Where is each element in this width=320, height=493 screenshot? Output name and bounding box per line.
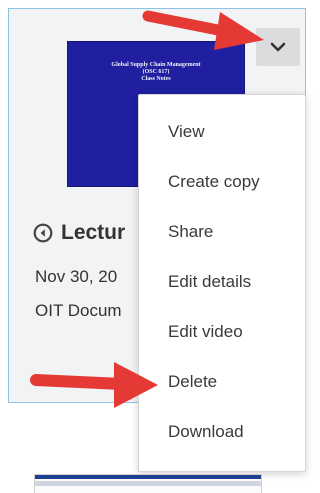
chevron-down-icon — [270, 42, 286, 52]
next-card-thumbnail-bar — [35, 475, 261, 479]
menu-item-edit-details[interactable]: Edit details — [139, 257, 305, 307]
thumbnail-title-line: Global Supply Chain Management — [111, 62, 201, 68]
card-title-row[interactable]: Lectur — [33, 221, 125, 245]
menu-item-share[interactable]: Share — [139, 207, 305, 257]
menu-item-edit-video[interactable]: Edit video — [139, 307, 305, 357]
next-card-thumbnail-strip — [35, 481, 261, 486]
pointer-arrow-icon — [142, 10, 264, 50]
menu-item-create-copy[interactable]: Create copy — [139, 157, 305, 207]
play-circle-icon — [33, 223, 53, 243]
options-menu: View Create copy Share Edit details Edit… — [138, 94, 306, 472]
menu-item-delete[interactable]: Delete — [139, 357, 305, 407]
menu-item-view[interactable]: View — [139, 107, 305, 157]
delete-pointer-arrow-icon — [30, 362, 158, 408]
card-title[interactable]: Lectur — [61, 221, 125, 245]
thumbnail-course-code: (OSC 617) — [142, 69, 170, 75]
menu-item-download[interactable]: Download — [139, 407, 305, 457]
next-media-card[interactable] — [34, 474, 262, 493]
card-date: Nov 30, 20 — [35, 267, 118, 286]
card-owner: OIT Docum — [35, 301, 122, 320]
thumbnail-subtitle: Class Notes — [141, 76, 171, 82]
